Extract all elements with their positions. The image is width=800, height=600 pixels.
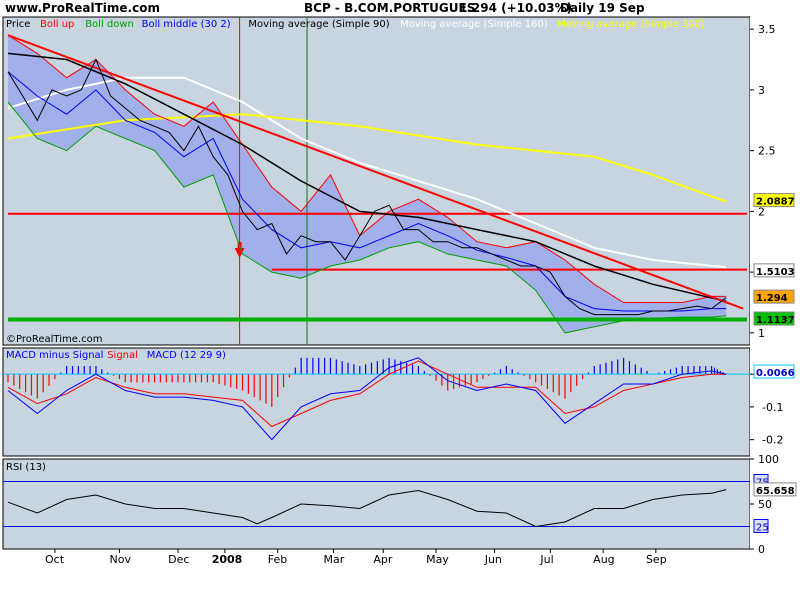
legend-entry: Boll down <box>85 19 134 30</box>
legend-entry: Moving average (Simple 160) <box>400 19 548 30</box>
x-tick-label: Sep <box>646 553 667 566</box>
price-panel[interactable] <box>2 16 751 346</box>
legend-entry: MACD (12 29 9) <box>147 350 226 361</box>
x-tick-label: Jun <box>484 553 502 566</box>
y-tick-label: -0.1 <box>762 401 783 414</box>
value-tag-label: 2.0887 <box>756 197 795 208</box>
y-tick-label: 1 <box>758 327 765 340</box>
x-tick-label: Apr <box>373 553 393 566</box>
x-tick-label: Dec <box>168 553 189 566</box>
y-tick-label: 3.5 <box>758 23 776 36</box>
x-tick-label: 2008 <box>212 553 243 566</box>
x-tick-label: May <box>426 553 449 566</box>
legend-entry: Boll up <box>40 19 74 30</box>
x-tick-label: Jul <box>539 553 553 566</box>
legend-entry: MACD minus Signal <box>6 350 103 361</box>
legend-entry: Signal <box>107 350 138 361</box>
y-tick-label: 2.5 <box>758 145 776 158</box>
x-tick-label: Feb <box>268 553 287 566</box>
legend-entry: Moving average (Simple 90) <box>248 19 389 30</box>
value-tag-label: 65.658 <box>756 486 795 497</box>
legend-entry: Moving average (Simple 300) <box>557 19 705 30</box>
x-tick-label: Nov <box>109 553 131 566</box>
y-tick-label: 0 <box>758 543 765 556</box>
copyright: ©ProRealTime.com <box>6 334 102 345</box>
y-tick-label: 100 <box>758 453 779 466</box>
legend-entry: Price <box>6 19 30 30</box>
y-tick-label: 3 <box>758 84 765 97</box>
macd-panel[interactable] <box>2 347 751 457</box>
value-tag-label: 1.5103 <box>756 267 795 278</box>
value-tag-label: 1.1137 <box>756 315 795 326</box>
value-tag-label: 1.294 <box>756 293 788 304</box>
value-tag-label: 0.0066 <box>756 368 795 379</box>
stock-chart[interactable]: 3.532.521.512.08871.51031.2941.1137Price… <box>0 0 800 600</box>
legend-entry: RSI (13) <box>6 462 46 473</box>
value-tag-label: 25 <box>756 523 769 534</box>
x-tick-label: Oct <box>45 553 65 566</box>
y-tick-label: 50 <box>758 498 772 511</box>
x-tick-label: Mar <box>323 553 344 566</box>
legend-entry: Boll middle (30 2) <box>142 19 231 30</box>
x-tick-label: Aug <box>593 553 614 566</box>
y-tick-label: -0.2 <box>762 434 783 447</box>
